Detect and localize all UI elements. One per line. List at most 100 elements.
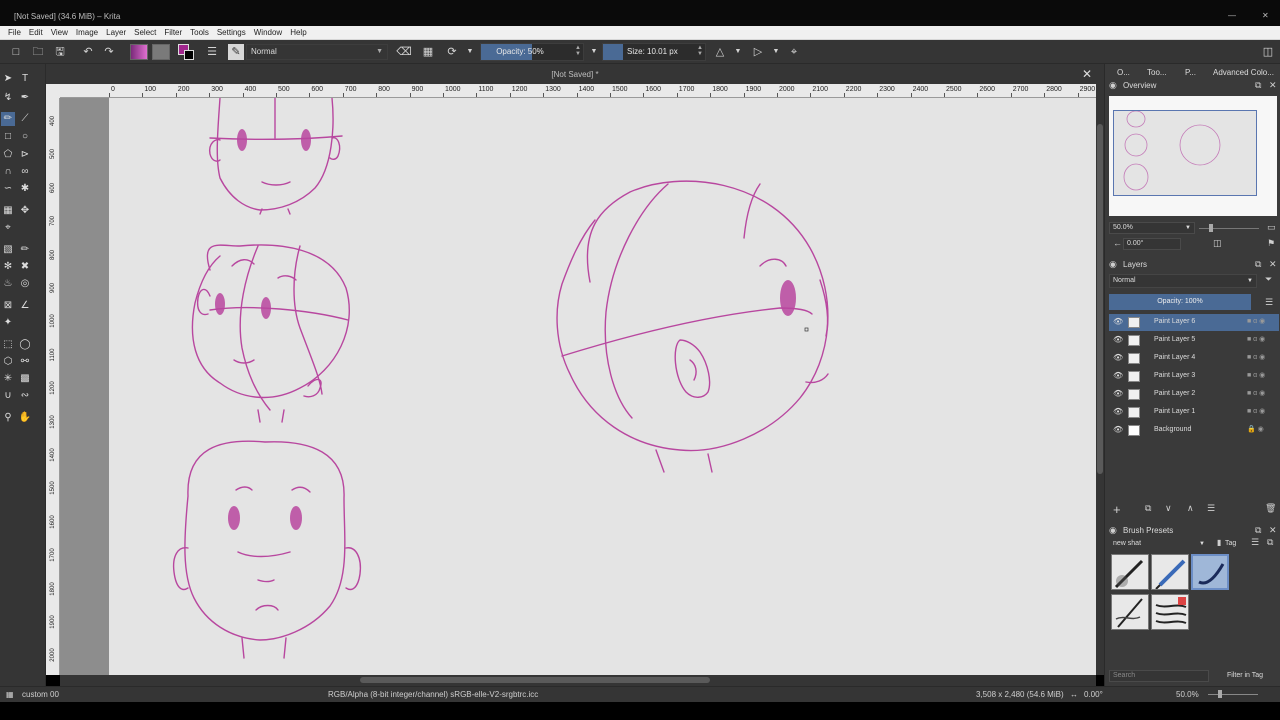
menu-tools[interactable]: Tools — [186, 28, 213, 37]
zoom-slider-handle[interactable] — [1218, 690, 1222, 698]
crop-wrap-icon[interactable]: ⌖ — [786, 44, 802, 60]
edit-shapes-icon[interactable]: ↯ — [1, 91, 15, 105]
freehand-select-icon[interactable]: ⚯ — [18, 355, 32, 369]
size-slider[interactable]: Size: 10.01 px ▲ ▼ — [602, 43, 706, 61]
layer-lock-icon[interactable]: ■ α ◉ — [1247, 353, 1265, 361]
tag-label[interactable]: Tag — [1225, 540, 1236, 547]
minimize-icon[interactable]: — — [1228, 11, 1236, 20]
contiguous-select-icon[interactable]: ✳ — [1, 372, 15, 386]
opacity-stepper-icon[interactable]: ▲ ▼ — [575, 45, 581, 57]
color-swatch[interactable] — [178, 44, 194, 60]
rotate-left-icon[interactable]: ← — [1113, 238, 1122, 248]
brush-preset-icon[interactable]: ✎ — [228, 44, 244, 60]
ellipse-tool-icon[interactable]: ○ — [18, 130, 32, 144]
vertical-scrollbar[interactable] — [1096, 84, 1104, 675]
duplicate-layer-icon[interactable]: ⧉ — [1145, 503, 1151, 514]
rectangle-tool-icon[interactable]: □ — [1, 130, 15, 144]
color-picker-icon[interactable]: ✏ — [18, 243, 32, 257]
polyline-tool-icon[interactable]: ⊳ — [18, 148, 32, 162]
smart-patch-icon[interactable]: ✖ — [18, 260, 32, 274]
measure-tool-icon[interactable]: ∠ — [18, 299, 32, 313]
eye-icon[interactable]: 👁 — [1113, 353, 1123, 362]
layer-row[interactable]: 👁 Paint Layer 3 ■ α ◉ — [1109, 368, 1279, 385]
layer-lock-icon[interactable]: 🔒 ◉ — [1247, 425, 1264, 433]
layer-row[interactable]: 👁 Paint Layer 1 ■ α ◉ — [1109, 404, 1279, 421]
workspace-icon[interactable]: ◫ — [1260, 44, 1276, 60]
ellipse-select-icon[interactable]: ◯ — [18, 338, 32, 352]
delete-layer-icon[interactable]: 🗑 — [1265, 503, 1276, 514]
menu-edit[interactable]: Edit — [25, 28, 47, 37]
mirror-horizontal-icon[interactable]: △ — [712, 44, 728, 60]
freehand-path-icon[interactable]: ∞ — [18, 165, 32, 179]
chevron-down-icon[interactable]: ▼ — [586, 44, 602, 60]
rotation-icon[interactable]: ↔ — [1070, 690, 1078, 699]
brush-preset-ink[interactable] — [1111, 554, 1149, 590]
eye-icon[interactable]: 👁 — [1113, 335, 1123, 344]
layer-opacity-slider[interactable]: Opacity: 100% — [1109, 294, 1251, 310]
line-tool-icon[interactable]: ⟋ — [18, 112, 32, 126]
fill-tool-icon[interactable]: ♨ — [1, 277, 15, 291]
close-layers-icon[interactable]: ✕ — [1269, 259, 1277, 270]
transform-tool-icon[interactable]: ▦ — [1, 204, 15, 218]
close-window-icon[interactable]: ✕ — [1262, 11, 1269, 20]
document-tab-title[interactable]: [Not Saved] * — [46, 70, 1104, 79]
layer-row[interactable]: 👁 Paint Layer 4 ■ α ◉ — [1109, 350, 1279, 367]
eye-icon[interactable]: 👁 — [1113, 317, 1123, 326]
overview-zoom-handle[interactable] — [1209, 224, 1213, 232]
layer-row[interactable]: 👁 Paint Layer 2 ■ α ◉ — [1109, 386, 1279, 403]
overview-preview[interactable] — [1109, 96, 1277, 216]
eye-icon[interactable]: 👁 — [1113, 389, 1123, 398]
dock-tab-advanced-color[interactable]: Advanced Colo... — [1213, 68, 1274, 77]
mirror-vertical-icon[interactable]: ▷ — [750, 44, 766, 60]
zoom-tool-icon[interactable]: ⚲ — [1, 411, 15, 425]
overview-viewport-frame[interactable] — [1113, 110, 1257, 196]
freehand-brush-icon[interactable]: ✏ — [1, 112, 15, 126]
layer-lock-icon[interactable]: ■ α ◉ — [1247, 335, 1265, 343]
layer-lock-icon[interactable]: ■ α ◉ — [1247, 371, 1265, 379]
brush-preset-calligraphy[interactable] — [1111, 594, 1149, 630]
layer-row[interactable]: 👁 Background 🔒 ◉ — [1109, 422, 1279, 439]
brush-preset-texture[interactable] — [1151, 594, 1189, 630]
layer-filter-icon[interactable]: ⏷ — [1265, 274, 1272, 285]
filter-in-tag-checkbox[interactable]: Filter in Tag — [1227, 672, 1263, 679]
rect-select-icon[interactable]: ⬚ — [1, 338, 15, 352]
float-brush-presets-icon[interactable]: ⧉ — [1255, 525, 1261, 536]
layer-blend-select[interactable]: Normal ▼ — [1109, 274, 1257, 288]
dock-tab-palette[interactable]: P... — [1185, 68, 1196, 77]
chevron-down-icon[interactable]: ▼ — [462, 44, 478, 60]
sketch-drawing[interactable] — [60, 98, 1096, 675]
brush-import-icon[interactable]: ⧉ — [1267, 537, 1273, 548]
layer-lock-icon[interactable]: ■ α ◉ — [1247, 407, 1265, 415]
eye-icon[interactable]: 👁 — [1113, 407, 1123, 416]
calligraphy-icon[interactable]: ✒ — [18, 91, 32, 105]
layer-menu-icon[interactable]: ☰ — [1265, 297, 1273, 308]
move-layer-up-icon[interactable]: ∧ — [1187, 503, 1194, 514]
polygon-tool-icon[interactable]: ⬠ — [1, 148, 15, 162]
redo-icon[interactable]: ↷ — [101, 44, 117, 60]
move-tool-icon[interactable]: ✥ — [18, 204, 32, 218]
dynamic-brush-icon[interactable]: ∽ — [1, 182, 15, 196]
menu-filter[interactable]: Filter — [160, 28, 186, 37]
canvas-viewport[interactable] — [60, 98, 1096, 675]
overview-zoom-input[interactable]: 50.0% ▼ — [1109, 222, 1195, 234]
chevron-down-icon[interactable]: ▼ — [768, 44, 784, 60]
gradient-chip[interactable] — [130, 44, 148, 60]
brush-view-menu-icon[interactable]: ☰ — [1251, 537, 1259, 548]
brush-settings-icon[interactable]: ☰ — [204, 44, 220, 60]
preserve-alpha-icon[interactable]: ▦ — [420, 44, 436, 60]
layer-properties-icon[interactable]: ☰ — [1207, 503, 1215, 514]
add-layer-icon[interactable]: + — [1113, 502, 1121, 517]
overview-zoom-slider[interactable] — [1199, 228, 1259, 229]
eraser-icon[interactable]: ⌫ — [396, 44, 412, 60]
menu-file[interactable]: File — [4, 28, 25, 37]
brush-preset-marker[interactable] — [1191, 554, 1229, 590]
horizontal-scrollbar[interactable] — [60, 675, 1096, 686]
text-tool-icon[interactable]: T — [18, 72, 32, 86]
background-color-swatch[interactable] — [184, 50, 194, 60]
layer-row[interactable]: 👁 Paint Layer 6 ■ α ◉ — [1109, 314, 1279, 331]
similar-select-icon[interactable]: ▩ — [18, 372, 32, 386]
close-docker-icon[interactable]: ✕ — [1269, 80, 1277, 91]
menu-view[interactable]: View — [47, 28, 72, 37]
close-brush-presets-icon[interactable]: ✕ — [1269, 525, 1277, 536]
save-icon[interactable]: 🖫 — [52, 44, 68, 60]
